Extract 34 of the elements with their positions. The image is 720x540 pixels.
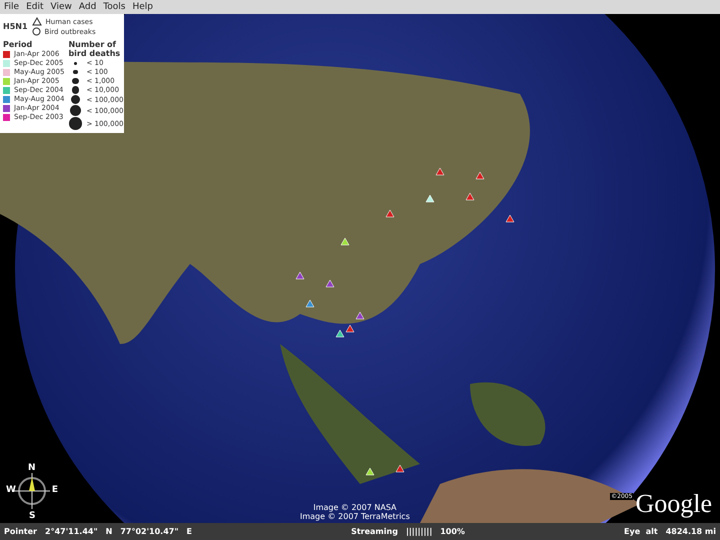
menu-item[interactable]: Tools xyxy=(103,2,126,12)
status-value: 4824.18 mi xyxy=(666,527,716,536)
streaming-level-text: ||||||||| xyxy=(406,527,432,536)
image-credit: Image © 2007 NASA xyxy=(313,503,397,512)
menu-item[interactable]: File xyxy=(4,2,20,12)
menu-item[interactable]: Edit xyxy=(26,2,44,12)
status-label: Streaming xyxy=(351,527,398,536)
legend-title: H5N1 xyxy=(3,22,28,31)
menu-item[interactable]: Help xyxy=(132,2,153,12)
status-label: Eye alt xyxy=(624,527,658,536)
triangle-icon xyxy=(32,17,42,26)
status-value: 100% xyxy=(440,527,465,536)
dot-icon xyxy=(70,105,81,116)
circle-icon xyxy=(32,27,41,36)
coordinate-text: N xyxy=(106,527,112,536)
image-credit: Image © 2007 TerraMetrics xyxy=(300,512,410,521)
coordinate-text: 2°47'11.44" xyxy=(45,527,98,536)
logo-text: Google xyxy=(635,489,712,519)
dot-icon xyxy=(70,95,80,104)
menu-item[interactable]: View xyxy=(50,2,72,12)
menu-item[interactable]: Add xyxy=(78,2,96,12)
compass-letter: S xyxy=(29,511,36,521)
compass-letter: E xyxy=(52,485,58,495)
dot-icon xyxy=(74,62,77,64)
dot-icon xyxy=(73,70,78,74)
dot-icon xyxy=(69,117,82,130)
status-label: Pointer xyxy=(4,527,37,536)
coordinate-text: 77°02'10.47" xyxy=(120,527,179,536)
dot-icon xyxy=(72,78,79,84)
legend-heading: Period xyxy=(3,40,34,49)
compass-letter: N xyxy=(28,463,36,473)
legend-heading: Number of bird deaths xyxy=(68,40,122,58)
compass-letter: W xyxy=(6,485,16,495)
coordinate-text: E xyxy=(186,527,192,536)
